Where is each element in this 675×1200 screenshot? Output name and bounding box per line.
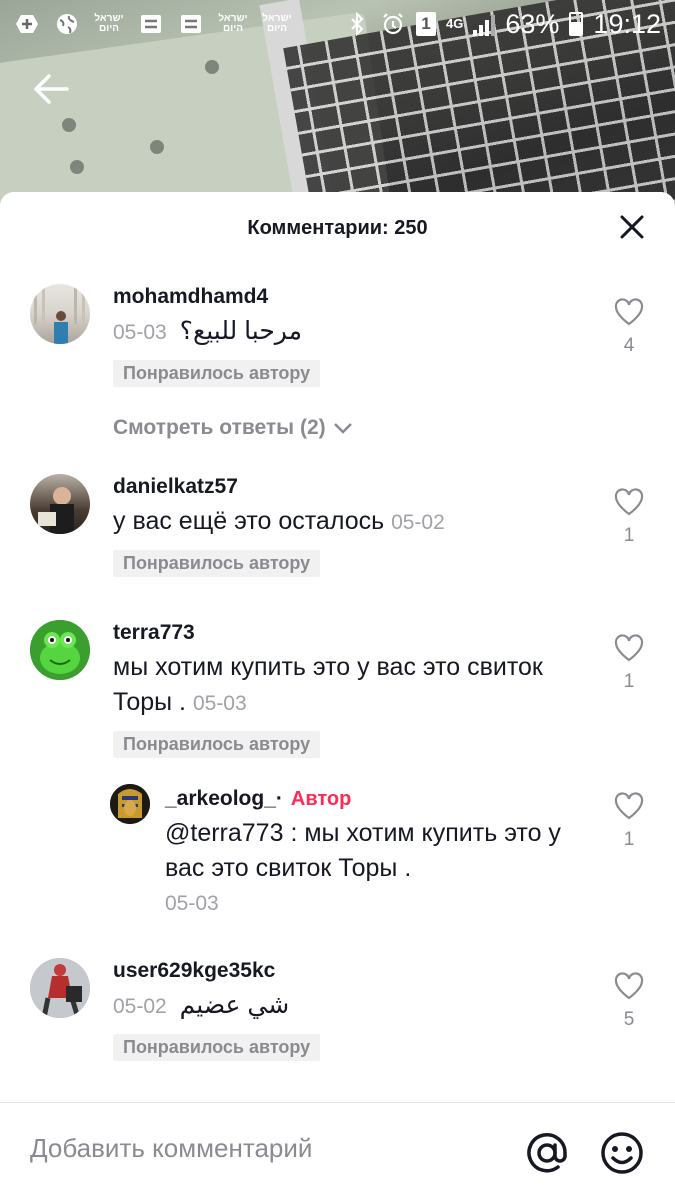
comment-username[interactable]: mohamdhamd4	[113, 284, 585, 310]
rivet	[150, 140, 164, 154]
reply-username[interactable]: _arkeolog_·	[165, 787, 283, 810]
like-count: 4	[623, 335, 635, 356]
like-count: 1	[623, 829, 635, 850]
like-button[interactable]: 5	[613, 972, 645, 1031]
like-button[interactable]: 1	[613, 488, 645, 547]
battery-percent: 63%	[505, 8, 560, 39]
comment-username[interactable]: user629kge35kc	[113, 958, 585, 984]
mention-button[interactable]	[525, 1131, 569, 1175]
comment-text: у вас ещё это осталось 05-02	[113, 504, 585, 540]
author-tag: Автор	[290, 788, 352, 810]
comment-composer	[0, 1102, 675, 1200]
like-button[interactable]: 4	[613, 298, 645, 357]
back-button[interactable]	[28, 66, 74, 112]
heart-icon	[614, 634, 644, 662]
globe-icon	[54, 12, 80, 36]
comment-date: 05-02	[391, 511, 445, 534]
comment-content: مرحبا للبيع؟	[179, 317, 302, 345]
arrow-left-icon	[34, 74, 69, 104]
rivet	[62, 118, 76, 132]
plus-box-icon	[14, 12, 40, 36]
news-badge-icon: ישראל היום	[94, 13, 124, 34]
emoji-button[interactable]	[600, 1131, 644, 1175]
avatar[interactable]	[30, 284, 90, 344]
comment-username[interactable]: terra773	[113, 620, 585, 646]
bluetooth-icon	[344, 12, 370, 36]
rivet	[205, 60, 219, 74]
comment-text: 05-03 مرحبا للبيع؟	[113, 314, 585, 350]
comment-username: _arkeolog_· Автор	[165, 786, 585, 812]
signal-icon	[473, 12, 496, 36]
like-count: 1	[623, 525, 635, 546]
close-icon	[620, 215, 644, 239]
comment-text: мы хотим купить это у вас это свиток Тор…	[113, 650, 585, 721]
message-box-icon	[178, 12, 204, 36]
comment-input[interactable]	[30, 1133, 470, 1164]
avatar[interactable]	[110, 784, 150, 824]
alarm-icon	[380, 12, 406, 36]
comment-date: 05-02	[113, 995, 167, 1018]
smiley-icon	[601, 1132, 643, 1174]
comment-date: 05-03	[192, 692, 247, 715]
like-count: 5	[623, 1009, 635, 1030]
comment-content: мы хотим купить это у вас это свиток Тор…	[113, 653, 543, 716]
comment-date: 05-03	[113, 321, 167, 344]
clock: 19:12	[593, 8, 661, 39]
close-button[interactable]	[617, 212, 647, 242]
news-badge-icon: ישראל היום	[218, 13, 248, 34]
chevron-down-icon	[333, 423, 352, 434]
battery-icon	[569, 12, 584, 36]
avatar[interactable]	[30, 474, 90, 534]
view-replies-button[interactable]: Смотреть ответы (2)	[113, 416, 354, 440]
rivet	[70, 160, 84, 174]
sheet-header: Комментарии: 250	[0, 192, 675, 264]
comment-text: @terra773 : мы хотим купить это у вас эт…	[165, 819, 561, 882]
sim-slot-icon: 1	[416, 12, 437, 36]
at-sign-icon	[527, 1133, 567, 1173]
liked-by-author-badge: Понравилось автору	[113, 1034, 321, 1061]
avatar[interactable]	[30, 620, 90, 680]
liked-by-author-badge: Понравилось автору	[113, 360, 321, 387]
heart-icon	[614, 972, 644, 1000]
message-box-icon	[138, 12, 164, 36]
like-button[interactable]: 1	[613, 634, 645, 693]
network-type-icon: 4G	[446, 16, 464, 31]
heart-icon	[614, 298, 644, 326]
avatar[interactable]	[30, 958, 90, 1018]
view-replies-label: Смотреть ответы (2)	[113, 416, 326, 439]
sheet-title: Комментарии: 250	[247, 216, 428, 239]
news-badge-icon: ישראל היום	[262, 13, 292, 34]
comment-username[interactable]: danielkatz57	[113, 474, 585, 500]
like-button[interactable]: 1	[613, 792, 645, 851]
comment-text: 05-02 شي عضيم	[113, 988, 585, 1024]
comment-date: 05-03	[165, 892, 219, 915]
status-bar: ישראל היום ישראל היום ישראל היום 1 4G 63% 1…	[0, 0, 675, 48]
heart-icon	[614, 488, 644, 516]
like-count: 1	[623, 671, 635, 692]
liked-by-author-badge: Понравилось автору	[113, 550, 321, 577]
liked-by-author-badge: Понравилось автору	[113, 731, 321, 758]
comment-content: شي عضيم	[179, 991, 290, 1019]
comment-content: у вас ещё это осталось	[113, 507, 385, 535]
heart-icon	[614, 792, 644, 820]
